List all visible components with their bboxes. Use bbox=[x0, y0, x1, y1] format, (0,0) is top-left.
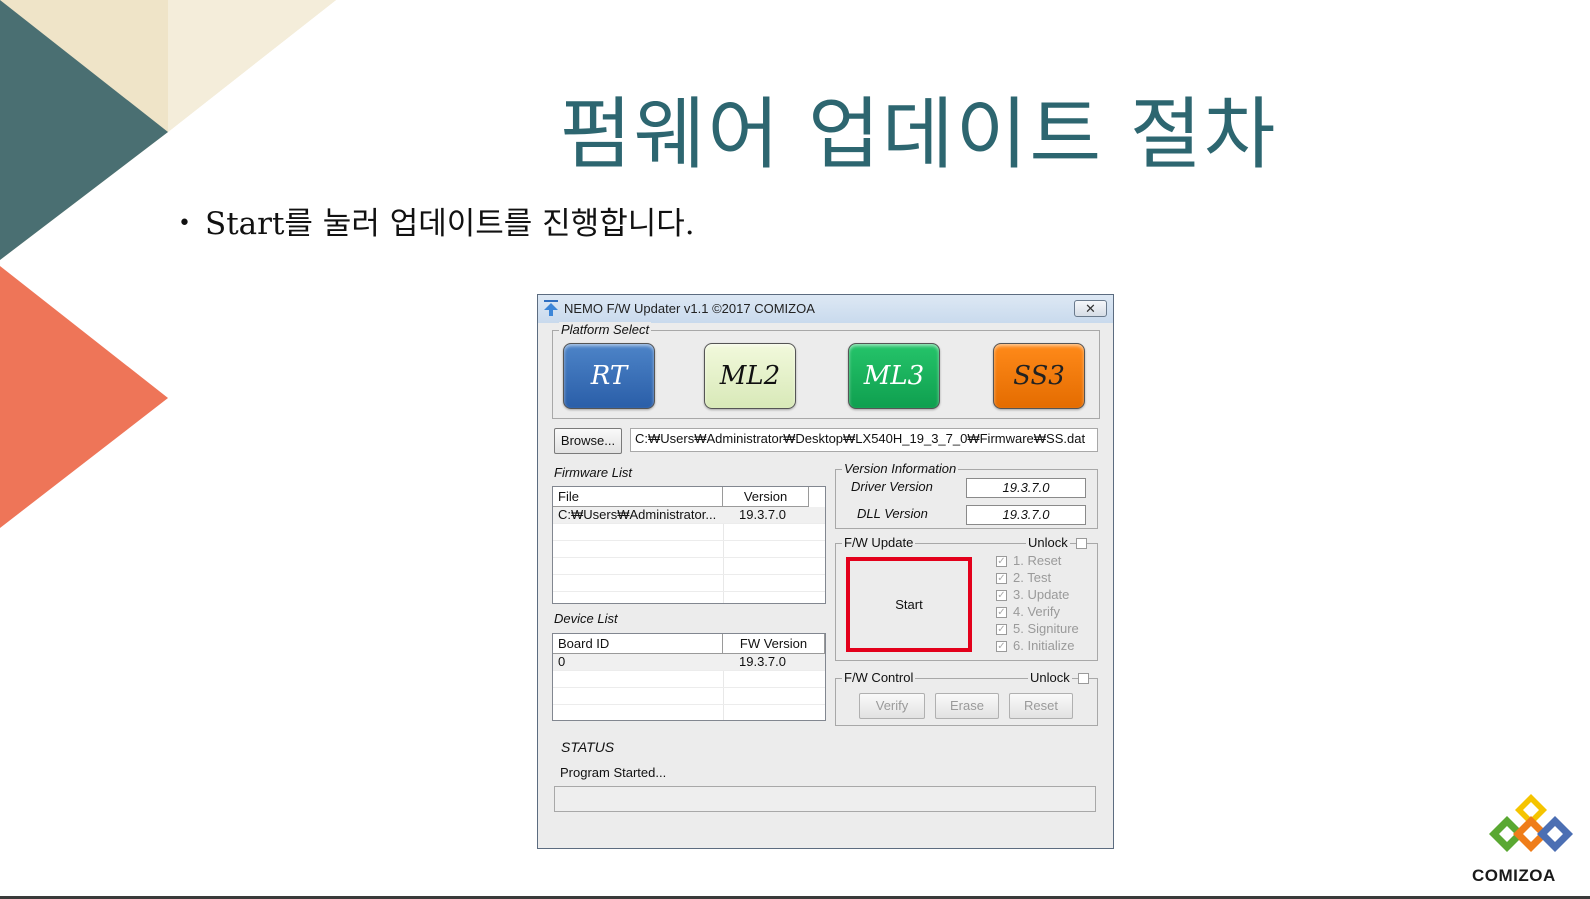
step-reset-checkbox[interactable]: ✓ bbox=[996, 556, 1007, 567]
dll-version-value: 19.3.7.0 bbox=[966, 505, 1086, 525]
empty-row bbox=[553, 688, 825, 705]
step-initialize-label: 6. Initialize bbox=[1013, 638, 1075, 653]
slide-title: 펌웨어 업데이트 절차 bbox=[560, 90, 1278, 180]
empty-row bbox=[553, 575, 825, 592]
step-verify-checkbox[interactable]: ✓ bbox=[996, 607, 1007, 618]
status-message: Program Started... bbox=[560, 765, 667, 780]
firmware-list-label: Firmware List bbox=[554, 465, 633, 480]
comizoa-logo bbox=[1489, 794, 1573, 852]
table-row[interactable]: C:₩Users₩Administrator... 19.3.7.0 bbox=[553, 507, 825, 524]
updater-window: NEMO F/W Updater v1.1 ©2017 COMIZOA ✕ Pl… bbox=[537, 294, 1114, 849]
device-list-label: Device List bbox=[554, 611, 618, 626]
platform-select-group: Platform Select RT ML2 ML3 SS3 bbox=[552, 322, 1100, 419]
step-reset-label: 1. Reset bbox=[1013, 553, 1062, 568]
fw-control-unlock-label: Unlock bbox=[1028, 670, 1072, 685]
decorative-triangles bbox=[0, 0, 336, 528]
version-info-label: Version Information bbox=[842, 461, 959, 476]
upload-arrow-icon bbox=[544, 300, 558, 316]
fw-update-unlock-label: Unlock bbox=[1026, 535, 1070, 550]
reset-button[interactable]: Reset bbox=[1009, 693, 1073, 719]
verify-button[interactable]: Verify bbox=[859, 693, 925, 719]
firmware-path-field[interactable]: C:₩Users₩Administrator₩Desktop₩LX540H_19… bbox=[630, 428, 1098, 452]
start-button-label: Start bbox=[895, 597, 923, 612]
empty-row bbox=[553, 541, 825, 558]
fw-update-unlock-checkbox[interactable] bbox=[1076, 538, 1087, 549]
fw-update-unlock-text: Unlock bbox=[1028, 535, 1068, 550]
fw-update-label: F/W Update bbox=[842, 535, 916, 550]
status-progress-bar bbox=[554, 786, 1096, 812]
firmware-list[interactable]: File Version C:₩Users₩Administrator... 1… bbox=[552, 486, 826, 604]
firmware-file-cell: C:₩Users₩Administrator... bbox=[558, 507, 717, 522]
platform-rt-button[interactable]: RT bbox=[563, 343, 655, 409]
device-fw-version-cell: 19.3.7.0 bbox=[739, 654, 786, 669]
logo-text: COMIZOA bbox=[1472, 866, 1556, 885]
fw-control-unlock-text: Unlock bbox=[1030, 670, 1070, 685]
platform-select-label: Platform Select bbox=[559, 322, 652, 337]
step-signiture-checkbox[interactable]: ✓ bbox=[996, 624, 1007, 635]
slide: 펌웨어 업데이트 절차 • Start를 눌러 업데이트를 진행합니다. NEMO… bbox=[0, 0, 1590, 899]
platform-ss3-button[interactable]: SS3 bbox=[993, 343, 1085, 409]
close-icon: ✕ bbox=[1085, 301, 1096, 316]
fw-control-group: F/W Control Unlock Verify Erase Reset bbox=[835, 670, 1098, 726]
device-col-board-id[interactable]: Board ID bbox=[553, 634, 723, 654]
step-update-checkbox[interactable]: ✓ bbox=[996, 590, 1007, 601]
platform-ml3-button[interactable]: ML3 bbox=[848, 343, 940, 409]
bullet-text: Start를 눌러 업데이트를 진행합니다. bbox=[204, 206, 695, 242]
firmware-col-version[interactable]: Version bbox=[723, 487, 809, 507]
start-button[interactable]: Start bbox=[846, 557, 972, 652]
driver-version-label: Driver Version bbox=[851, 479, 933, 494]
window-title: NEMO F/W Updater v1.1 ©2017 COMIZOA bbox=[564, 301, 815, 316]
table-row[interactable]: 0 19.3.7.0 bbox=[553, 654, 825, 671]
device-board-id-cell: 0 bbox=[558, 654, 566, 669]
step-test-checkbox[interactable]: ✓ bbox=[996, 573, 1007, 584]
step-test-label: 2. Test bbox=[1013, 570, 1052, 585]
step-initialize-checkbox[interactable]: ✓ bbox=[996, 641, 1007, 652]
fw-control-unlock-checkbox[interactable] bbox=[1078, 673, 1089, 684]
driver-version-value: 19.3.7.0 bbox=[966, 478, 1086, 498]
empty-row bbox=[553, 524, 825, 541]
firmware-col-file[interactable]: File bbox=[553, 487, 723, 507]
firmware-version-cell: 19.3.7.0 bbox=[739, 507, 786, 522]
device-col-fw-version[interactable]: FW Version bbox=[723, 634, 825, 654]
browse-button[interactable]: Browse... bbox=[554, 428, 622, 454]
bullet-marker: • bbox=[178, 211, 191, 236]
step-update-label: 3. Update bbox=[1013, 587, 1070, 602]
fw-control-label: F/W Control bbox=[842, 670, 916, 685]
step-signiture-label: 5. Signiture bbox=[1013, 621, 1079, 636]
version-info-group: Version Information Driver Version 19.3.… bbox=[835, 461, 1098, 529]
platform-ml2-button[interactable]: ML2 bbox=[704, 343, 796, 409]
step-verify-label: 4. Verify bbox=[1013, 604, 1060, 619]
empty-row bbox=[553, 558, 825, 575]
window-close-button[interactable]: ✕ bbox=[1074, 300, 1107, 317]
slide-bullet: • Start를 눌러 업데이트를 진행합니다. bbox=[178, 198, 695, 243]
dll-version-label: DLL Version bbox=[857, 506, 928, 521]
empty-row bbox=[553, 671, 825, 688]
status-label: STATUS bbox=[561, 739, 615, 755]
window-titlebar[interactable]: NEMO F/W Updater v1.1 ©2017 COMIZOA ✕ bbox=[538, 295, 1113, 323]
erase-button[interactable]: Erase bbox=[935, 693, 999, 719]
device-list[interactable]: Board ID FW Version 0 19.3.7.0 bbox=[552, 633, 826, 721]
